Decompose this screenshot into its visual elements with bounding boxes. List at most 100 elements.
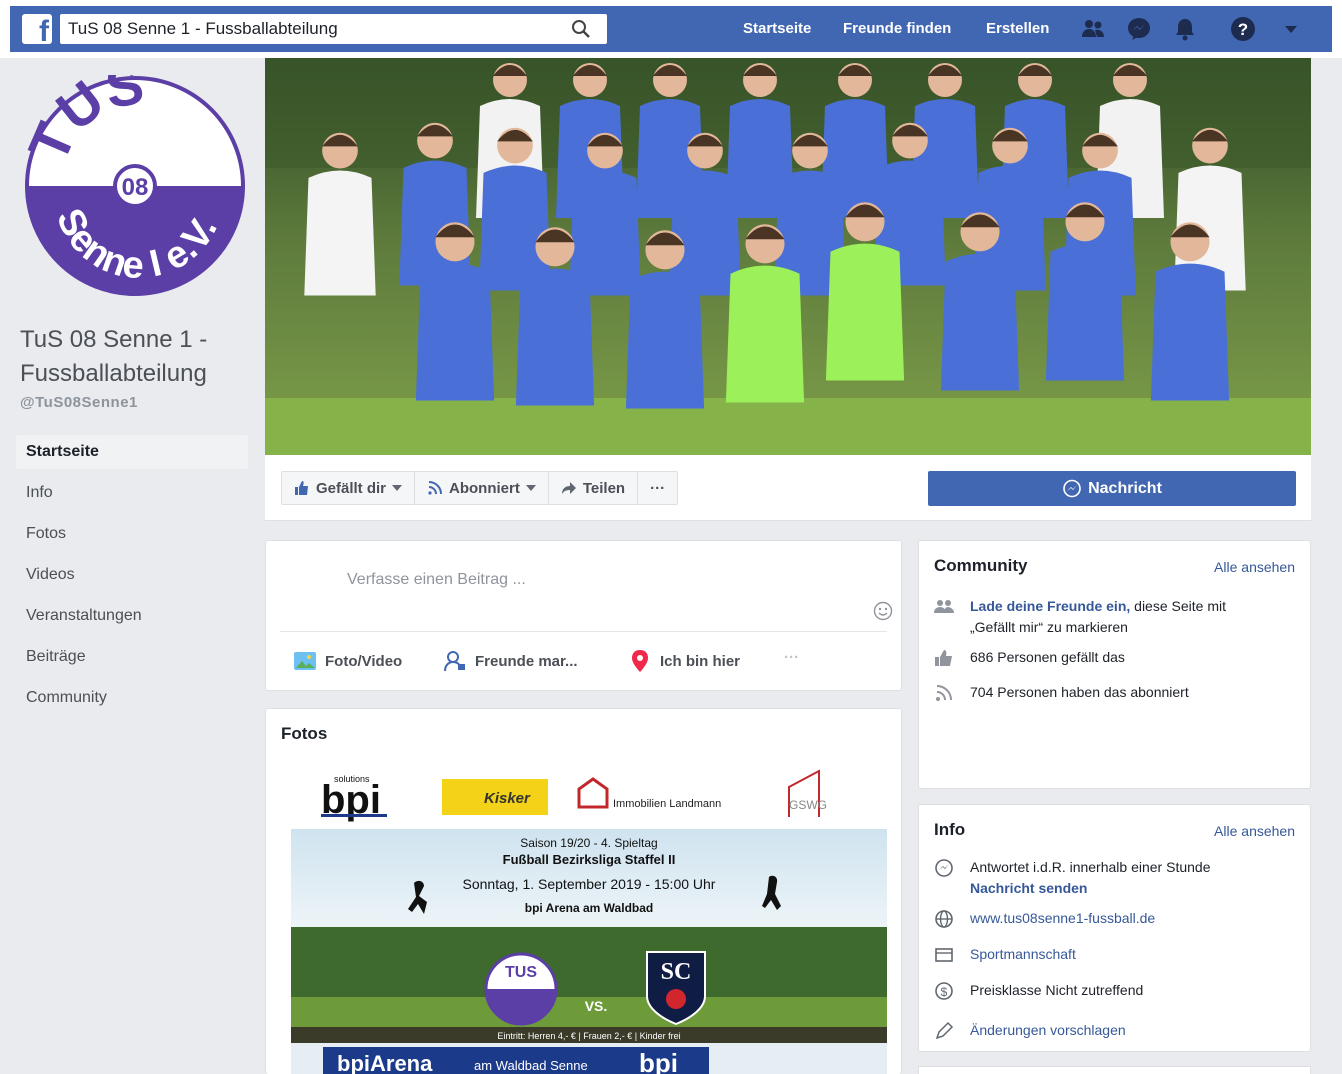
category-icon xyxy=(935,948,953,962)
nav-create-link[interactable]: Erstellen xyxy=(986,20,1049,37)
blue-header: f Startseite Freunde finden Erstellen ? xyxy=(10,6,1332,52)
tag-friends-icon xyxy=(444,651,465,672)
sponsor-bpi-sub: solutions xyxy=(334,774,370,784)
poster-date-text: Sonntag, 1. September 2019 - 15:00 Uhr xyxy=(463,876,716,892)
poster-vs-text: VS. xyxy=(585,998,608,1014)
sidebar-item-beitraege[interactable]: Beiträge xyxy=(16,637,248,678)
community-card: Community Alle ansehen Lade deine Freund… xyxy=(918,540,1311,789)
photos-title: Fotos xyxy=(281,724,328,743)
poster-opponent-logo-text: SC xyxy=(661,959,692,985)
svg-text:$: $ xyxy=(941,985,948,999)
sidebar-item-info[interactable]: Info xyxy=(16,473,248,514)
help-icon[interactable]: ? xyxy=(1230,16,1256,42)
check-in-option[interactable]: Ich bin hier xyxy=(628,649,740,673)
sidebar-item-startseite[interactable]: Startseite xyxy=(16,435,248,469)
nav-home-link[interactable]: Startseite xyxy=(743,20,811,37)
sidebar-item-fotos[interactable]: Fotos xyxy=(16,514,248,555)
send-message-button[interactable]: Nachricht xyxy=(928,471,1296,506)
poster-venue-text: bpi Arena am Waldbad xyxy=(525,901,653,915)
community-title: Community xyxy=(934,556,1028,575)
price-range-text: Preisklasse Nicht zutreffend xyxy=(970,982,1144,998)
thumbs-up-icon xyxy=(295,481,308,495)
logo-middle-text: 08 xyxy=(122,174,149,201)
page-handle[interactable]: @TuS08Senne1 xyxy=(20,394,138,411)
send-message-link[interactable]: Nachricht senden xyxy=(970,880,1087,896)
cover-photo-team[interactable] xyxy=(265,58,1311,455)
sponsor-landmann-logo: Immobilien Landmann xyxy=(613,798,721,810)
emoji-icon[interactable] xyxy=(873,601,893,621)
like-button[interactable]: Gefällt dir xyxy=(282,472,416,504)
search-input[interactable] xyxy=(68,19,548,39)
dollar-icon: $ xyxy=(935,982,953,1000)
invite-friends-text: diese Seite mit xyxy=(1134,598,1226,614)
composer-more-label: ··· xyxy=(784,649,799,666)
photo-icon xyxy=(294,652,316,670)
share-arrow-icon xyxy=(561,482,576,494)
messenger-icon[interactable] xyxy=(1126,16,1152,42)
info-card: Info Alle ansehen Antwortet i.d.R. inner… xyxy=(918,804,1311,1052)
check-in-label: Ich bin hier xyxy=(660,652,741,670)
messenger-icon xyxy=(1063,479,1081,497)
page-action-buttons: Gefällt dir Abonniert Teilen ··· xyxy=(281,471,679,505)
match-poster-photo[interactable]: bpi solutions Kisker Immobilien Landmann… xyxy=(289,767,889,1074)
community-see-all-link[interactable]: Alle ansehen xyxy=(1214,559,1295,575)
likes-count-row: 686 Personen gefällt das xyxy=(934,647,1125,668)
follows-count-row: 704 Personen haben das abonniert xyxy=(934,682,1189,703)
follow-button-label: Abonniert xyxy=(449,479,520,497)
website-row: www.tus08senne1-fussball.de xyxy=(934,908,1155,929)
invite-friends-text-2: „Gefällt mir“ zu markieren xyxy=(970,619,1128,635)
photo-video-option[interactable]: Foto/Video xyxy=(293,649,402,673)
composer-input[interactable]: Verfasse einen Beitrag ... xyxy=(347,571,526,589)
poster-league-text: Fußball Bezirksliga Staffel II xyxy=(503,852,676,867)
nav-find-friends-link[interactable]: Freunde finden xyxy=(843,20,951,37)
price-range-row: $ Preisklasse Nicht zutreffend xyxy=(934,980,1143,1001)
poster-season-text: Saison 19/20 - 4. Spieltag xyxy=(520,836,657,850)
post-composer: Verfasse einen Beitrag ... Foto/Video Fr… xyxy=(265,540,902,691)
page-sidebar-menu: Startseite Info Fotos Videos Veranstaltu… xyxy=(16,435,248,719)
tag-friends-option[interactable]: Freunde mar... xyxy=(443,649,578,673)
invite-friends-link[interactable]: Lade deine Freunde ein, xyxy=(970,598,1130,614)
search-box[interactable] xyxy=(60,14,607,44)
top-navigation-bar: f Startseite Freunde finden Erstellen ? xyxy=(0,0,1342,58)
follows-count-text: 704 Personen haben das abonniert xyxy=(970,684,1189,700)
sidebar-item-veranstaltungen[interactable]: Veranstaltungen xyxy=(16,596,248,637)
photos-card: Fotos bpi solutions Kisker Immobilien La… xyxy=(265,708,902,1074)
location-pin-icon xyxy=(632,650,648,672)
friend-requests-icon[interactable] xyxy=(1080,16,1106,42)
suggest-edits-link[interactable]: Änderungen vorschlagen xyxy=(970,1020,1126,1041)
category-link[interactable]: Sportmannschaft xyxy=(970,944,1076,965)
chevron-down-icon xyxy=(392,485,403,491)
more-options-button[interactable]: ··· xyxy=(638,472,677,504)
send-message-label: Nachricht xyxy=(1088,479,1162,497)
account-menu-chevron-down-icon[interactable] xyxy=(1278,16,1304,42)
poster-bpi-footer-logo: bpi xyxy=(639,1048,678,1074)
like-button-label: Gefällt dir xyxy=(316,479,387,497)
rss-follow-icon xyxy=(428,481,443,495)
tag-friends-label: Freunde mar... xyxy=(475,652,578,670)
facebook-logo-icon[interactable]: f xyxy=(22,14,52,44)
globe-icon xyxy=(935,910,953,928)
response-time-row: Antwortet i.d.R. innerhalb einer Stunde … xyxy=(934,857,1210,899)
club-logo[interactable]: TUS 08 Senne I e.V. xyxy=(24,75,246,297)
follow-button[interactable]: Abonniert xyxy=(415,472,549,504)
messenger-icon xyxy=(935,859,953,877)
website-link[interactable]: www.tus08senne1-fussball.de xyxy=(970,908,1155,929)
composer-divider xyxy=(280,631,887,632)
page-title[interactable]: TuS 08 Senne 1 - Fussballabteilung xyxy=(20,323,260,391)
rss-follow-icon xyxy=(936,685,952,701)
search-icon[interactable] xyxy=(571,19,591,39)
info-title: Info xyxy=(934,820,966,839)
notifications-bell-icon[interactable] xyxy=(1172,16,1198,42)
sponsor-kisker-logo: Kisker xyxy=(484,790,531,807)
photo-video-label: Foto/Video xyxy=(325,652,403,670)
share-button[interactable]: Teilen xyxy=(549,472,639,504)
pencil-icon xyxy=(935,1021,954,1040)
sidebar-item-community[interactable]: Community xyxy=(16,678,248,719)
composer-more-option[interactable]: ··· xyxy=(784,649,799,666)
page-action-bar: Gefällt dir Abonniert Teilen ··· Nachric… xyxy=(265,455,1311,521)
sidebar-item-videos[interactable]: Videos xyxy=(16,555,248,596)
more-options-label: ··· xyxy=(650,479,666,497)
info-see-all-link[interactable]: Alle ansehen xyxy=(1214,823,1295,839)
suggest-edits-row: Änderungen vorschlagen xyxy=(934,1020,1126,1041)
thumbs-up-icon xyxy=(935,650,952,666)
